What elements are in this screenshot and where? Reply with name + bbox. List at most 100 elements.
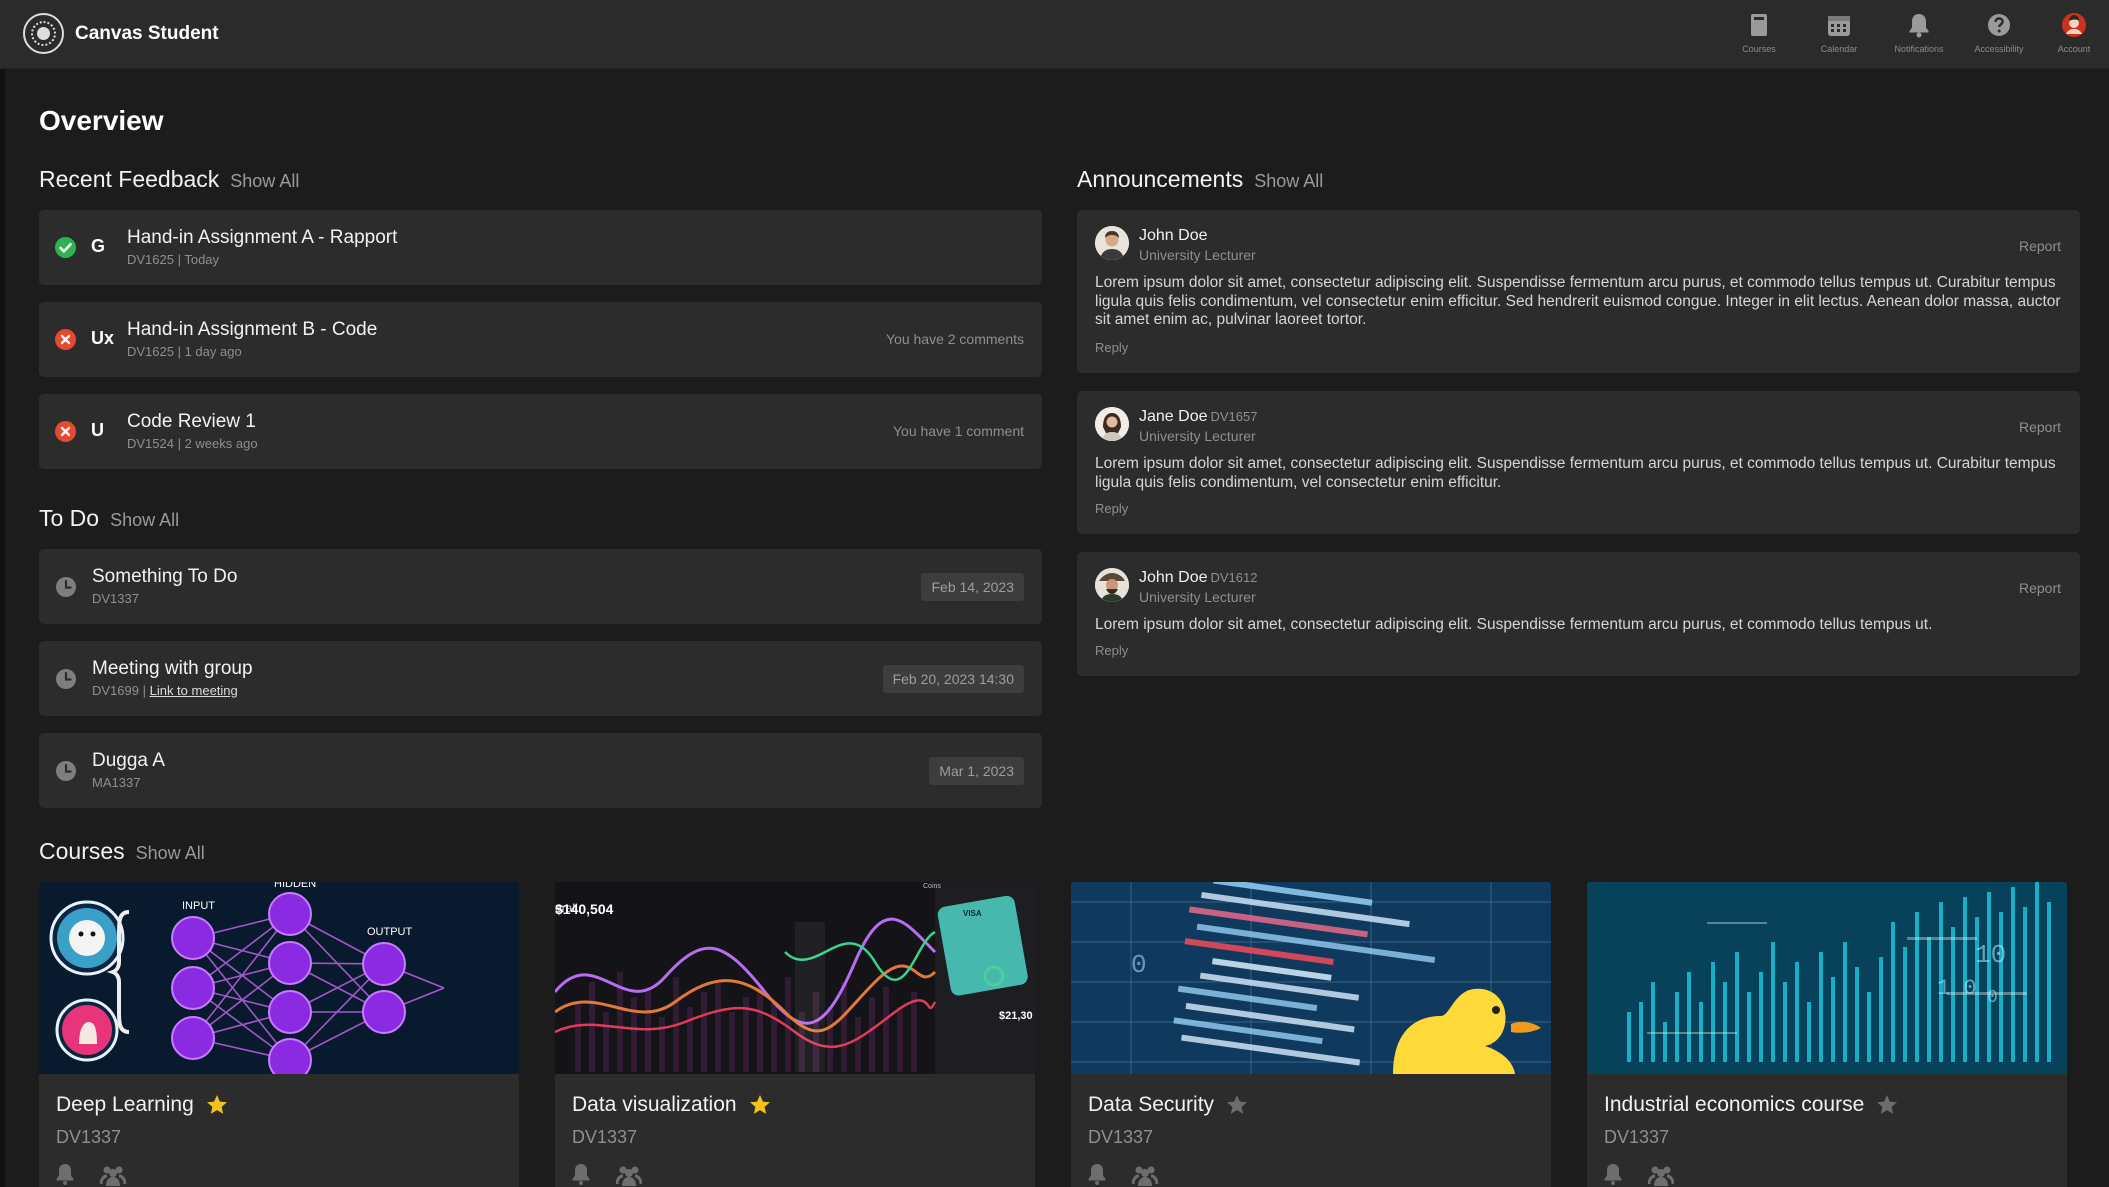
todo-show-all-link[interactable]: Show All	[110, 510, 179, 531]
nav-label: Notifications	[1894, 44, 1944, 54]
section-title: Courses	[39, 838, 125, 864]
nav-label: Calendar	[1820, 44, 1858, 54]
svg-text:0: 0	[1131, 950, 1147, 980]
nav-accessibility[interactable]: Accessibility	[1959, 12, 2039, 54]
reply-button[interactable]: Reply	[1095, 340, 1128, 355]
feedback-meta: DV1625 | Today	[127, 252, 220, 267]
reply-button[interactable]: Reply	[1095, 501, 1128, 516]
courses-header: Courses Show All	[39, 838, 205, 865]
announcements-show-all-link[interactable]: Show All	[1254, 171, 1323, 192]
avatar	[1095, 407, 1129, 441]
comments-count[interactable]: You have 1 comment	[893, 423, 1024, 439]
bell-icon[interactable]	[1086, 1163, 1108, 1185]
announcement-item: Jane Doe DV1657 University Lecturer Repor…	[1077, 391, 2080, 534]
nav-calendar[interactable]: Calendar	[1799, 12, 1879, 54]
svg-text:0: 0	[1987, 988, 1998, 1008]
due-date-badge: Feb 14, 2023	[921, 573, 1024, 601]
clock-icon	[56, 761, 76, 781]
nav-account[interactable]: Account	[2039, 12, 2109, 54]
group-icon[interactable]	[1648, 1164, 1674, 1186]
feedback-meta: DV1625 | 1 day ago	[127, 344, 242, 359]
group-icon[interactable]	[1132, 1164, 1158, 1186]
favorite-star-icon[interactable]	[1225, 1093, 1249, 1117]
brand[interactable]: Canvas Student	[23, 13, 219, 54]
account-avatar	[2062, 13, 2086, 37]
feedback-item[interactable]: U Code Review 1 DV1524 | 2 weeks ago You…	[39, 394, 1042, 469]
clock-icon	[56, 669, 76, 689]
course-code: DV1337	[1604, 1127, 1670, 1147]
nav-label: Courses	[1742, 44, 1776, 54]
nav-notifications[interactable]: Notifications	[1879, 12, 1959, 54]
author-name: John Doe	[1139, 227, 1208, 244]
nav-label: Account	[2057, 44, 2091, 54]
bell-icon[interactable]	[1602, 1163, 1624, 1185]
favorite-star-icon[interactable]	[205, 1093, 229, 1117]
group-icon[interactable]	[100, 1164, 126, 1186]
feedback-item[interactable]: G Hand-in Assignment A - Rapport DV1625 …	[39, 210, 1042, 285]
section-title: Recent Feedback	[39, 166, 220, 192]
avatar	[1095, 568, 1129, 602]
nav-label: Accessibility	[1974, 44, 2024, 54]
courses-icon	[1751, 14, 1767, 36]
nav-courses[interactable]: Courses	[1719, 12, 1799, 54]
bell-icon[interactable]	[570, 1163, 592, 1185]
courses-show-all-link[interactable]: Show All	[136, 843, 205, 864]
course-card-industrial-economics[interactable]: 10 1 0 0 Industrial economics course DV1…	[1587, 882, 2067, 1187]
todo-title: Something To Do	[92, 566, 238, 587]
image-label: Coins	[923, 883, 941, 890]
course-name: Deep Learning	[56, 1093, 229, 1117]
todo-item[interactable]: Meeting with group DV1699 | Link to meet…	[39, 641, 1042, 716]
report-button[interactable]: Report	[2019, 580, 2061, 596]
author-role: University Lecturer	[1139, 247, 1256, 263]
course-code: DV1337	[56, 1127, 122, 1147]
help-icon	[1988, 14, 2010, 36]
announcement-item: John Doe DV1612 University Lecturer Repor…	[1077, 552, 2080, 676]
due-date-badge: Feb 20, 2023 14:30	[882, 665, 1024, 693]
course-image: 0	[1071, 882, 1551, 1074]
reply-button[interactable]: Reply	[1095, 643, 1128, 658]
due-date-badge: Mar 1, 2023	[929, 757, 1024, 785]
feedback-item[interactable]: Ux Hand-in Assignment B - Code DV1625 | …	[39, 302, 1042, 377]
top-bar: Canvas Student Courses Calendar Notifica…	[0, 0, 2109, 69]
image-label: $21,30	[999, 1010, 1033, 1022]
grade: Ux	[91, 328, 115, 348]
section-title: Announcements	[1077, 166, 1244, 192]
recent-feedback-header: Recent Feedback Show All	[39, 166, 299, 193]
todo-meta: DV1699 | Link to meeting	[92, 683, 238, 698]
image-label: $140,504	[555, 901, 614, 917]
course-card-deep-learning[interactable]: INPUT HIDDEN OUTPUT Deep Learning DV1337	[39, 882, 519, 1187]
course-image: erall $140,504 Coins VISA $21,30	[555, 882, 1035, 1074]
todo-header: To Do Show All	[39, 505, 179, 532]
feedback-show-all-link[interactable]: Show All	[230, 171, 299, 192]
course-card-data-security[interactable]: 0 Data Security DV1337	[1071, 882, 1551, 1187]
announcement-body: Lorem ipsum dolor sit amet, consectetur …	[1095, 455, 2056, 491]
course-image: 10 1 0 0	[1587, 882, 2067, 1074]
todo-item[interactable]: Dugga A MA1337 Mar 1, 2023	[39, 733, 1042, 808]
course-card-data-visualization[interactable]: erall $140,504 Coins VISA $21,30 Data vi…	[555, 882, 1035, 1187]
todo-title: Dugga A	[92, 750, 165, 771]
announcement-item: John Doe University Lecturer Report Lore…	[1077, 210, 2080, 373]
comments-count[interactable]: You have 2 comments	[886, 331, 1024, 347]
todo-meta: DV1337	[92, 591, 139, 606]
bell-icon[interactable]	[54, 1163, 76, 1185]
grade: U	[91, 420, 104, 440]
announcement-body: Lorem ipsum dolor sit amet, consectetur …	[1095, 616, 1933, 633]
window-edge	[0, 0, 5, 1187]
todo-item[interactable]: Something To Do DV1337 Feb 14, 2023	[39, 549, 1042, 624]
report-button[interactable]: Report	[2019, 419, 2061, 435]
feedback-title: Code Review 1	[127, 411, 256, 432]
favorite-star-icon[interactable]	[748, 1093, 772, 1117]
author-name: Jane Doe DV1657	[1139, 408, 1258, 425]
meeting-link[interactable]: Link to meeting	[150, 683, 238, 698]
university-logo	[23, 13, 64, 54]
avatar	[1095, 226, 1129, 260]
svg-text:1 0: 1 0	[1937, 976, 1977, 1001]
group-icon[interactable]	[616, 1164, 642, 1186]
feedback-title: Hand-in Assignment B - Code	[127, 319, 378, 340]
report-button[interactable]: Report	[2019, 238, 2061, 254]
image-label: HIDDEN	[274, 882, 316, 890]
grade: G	[91, 236, 106, 256]
image-label: OUTPUT	[367, 926, 413, 938]
failed-icon	[55, 421, 76, 442]
favorite-star-icon[interactable]	[1875, 1093, 1899, 1117]
